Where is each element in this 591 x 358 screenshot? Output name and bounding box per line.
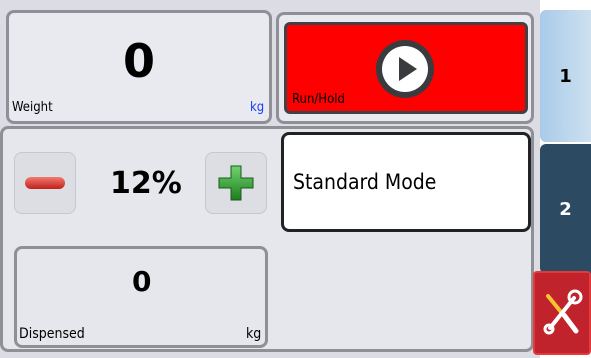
speed-percent: 12%	[110, 166, 182, 201]
mode-label: Standard Mode	[293, 170, 437, 194]
weight-label: Weight	[12, 100, 53, 115]
play-icon[interactable]	[382, 46, 428, 92]
weight-unit: kg	[250, 100, 265, 115]
weight-value: 0	[123, 34, 156, 88]
dispensed-label: Dispensed	[19, 326, 85, 342]
tab-1-label: 1	[559, 65, 572, 87]
plus-icon[interactable]	[216, 163, 256, 203]
dispensed-value: 0	[132, 265, 152, 298]
tools-icon[interactable]	[540, 288, 586, 338]
tab-2[interactable]: 2	[540, 144, 591, 274]
minus-icon[interactable]	[24, 176, 66, 190]
dispensed-unit: kg	[246, 326, 262, 342]
tab-1[interactable]: 1	[540, 10, 591, 142]
tab-2-label: 2	[559, 198, 572, 220]
run-hold-label: Run/Hold	[292, 92, 345, 107]
